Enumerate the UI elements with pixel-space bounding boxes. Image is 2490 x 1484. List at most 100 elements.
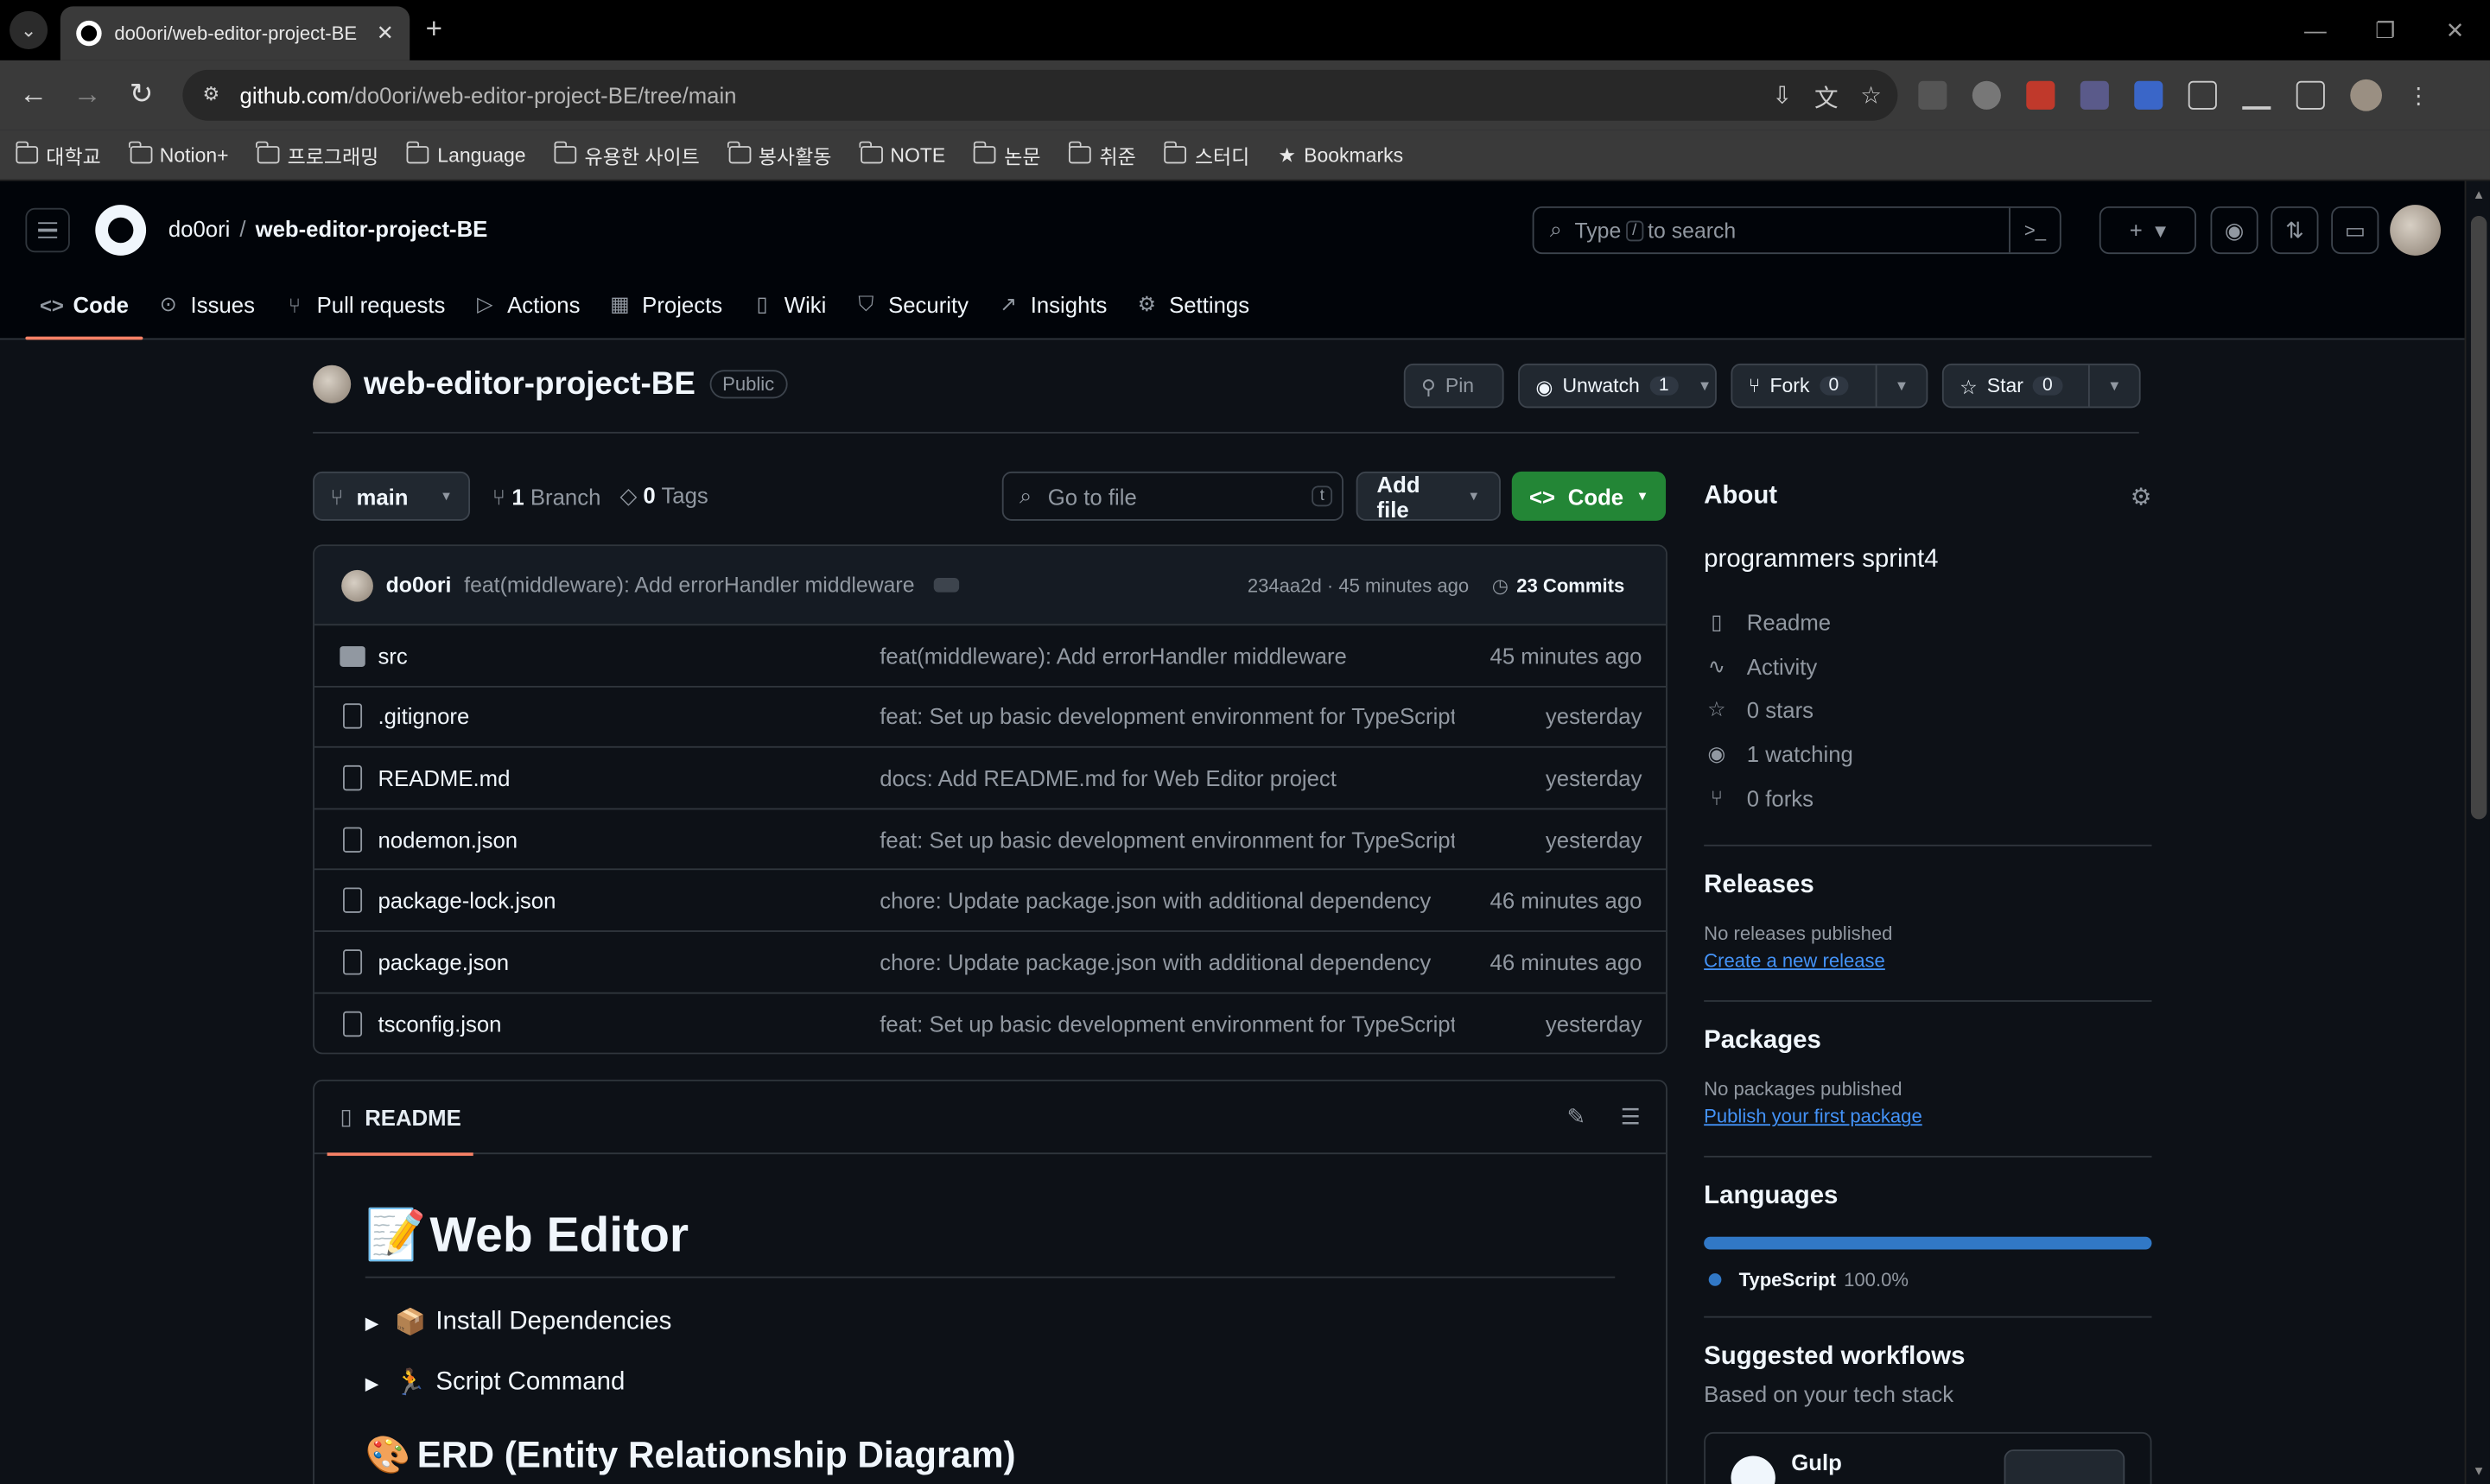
file-commit-message[interactable]: feat: Set up basic development environme… [880, 1012, 1454, 1037]
tab-issues[interactable]: ⊙ Issues [143, 279, 269, 330]
configure-workflow-button[interactable] [2004, 1449, 2125, 1484]
commit-sha-time[interactable]: 234aa2d · 45 minutes ago [1248, 574, 1469, 596]
file-name[interactable]: tsconfig.json [378, 1012, 501, 1037]
commits-link[interactable]: ◷ 23 Commits [1492, 574, 1625, 596]
details-script[interactable]: ▶ 🏃 Script Command [365, 1367, 1616, 1399]
reload-icon[interactable]: ↻ [114, 78, 168, 111]
browser-tab[interactable]: do0ori/web-editor-project-BE ✕ [60, 6, 410, 60]
pull-requests-icon[interactable]: ⇅ [2271, 206, 2319, 255]
puzzle-icon[interactable] [2188, 80, 2217, 110]
table-row[interactable]: tsconfig.json feat: Set up basic developm… [314, 993, 1666, 1053]
tab-pull-requests[interactable]: ⑂ Pull requests [269, 279, 459, 330]
hamburger-menu-icon[interactable] [25, 207, 70, 253]
file-commit-message[interactable]: feat: Set up basic development environme… [880, 704, 1454, 729]
tab-actions[interactable]: ▷ Actions [460, 279, 594, 330]
bookmark-star-icon[interactable]: ☆ [1860, 81, 1882, 115]
install-app-icon[interactable]: ⇩ [1772, 81, 1792, 115]
bookmark-folder[interactable]: NOTE [859, 141, 945, 166]
scroll-down-icon[interactable]: ▼ [2473, 1464, 2486, 1479]
sidebar-item-activity[interactable]: ∿ Activity [1704, 644, 2151, 688]
bookmark-folder[interactable]: 유용한 사이트 [553, 140, 700, 170]
details-install[interactable]: ▶ 📦 Install Dependencies [365, 1307, 1616, 1339]
minimize-icon[interactable]: — [2280, 0, 2350, 60]
commit-message[interactable]: feat(middleware): Add errorHandler middl… [464, 574, 914, 598]
sidebar-item-watching[interactable]: ◉ 1 watching [1704, 732, 2151, 776]
file-commit-message[interactable]: chore: Update package.json with addition… [880, 888, 1454, 913]
chevron-down-icon[interactable]: ▼ [1694, 365, 1715, 407]
inbox-icon[interactable]: ▭ [2331, 206, 2379, 255]
commit-author[interactable]: do0ori [386, 574, 452, 598]
chevron-down-icon[interactable]: ▼ [1875, 365, 1927, 407]
camera-extension-icon[interactable] [1972, 80, 2001, 110]
close-window-icon[interactable]: ✕ [2420, 0, 2490, 60]
tab-wiki[interactable]: ▯ Wiki [737, 279, 841, 330]
publish-package-link[interactable]: Publish your first package [1704, 1106, 1922, 1128]
tab-projects[interactable]: ▦ Projects [594, 279, 737, 330]
file-commit-message[interactable]: chore: Update package.json with addition… [880, 949, 1454, 974]
go-to-file-input[interactable]: ⌕ Go to file t [1001, 471, 1343, 521]
chevron-down-icon[interactable]: ▼ [2087, 365, 2139, 407]
star-button[interactable]: ☆ Star 0 ▼ [1941, 363, 2141, 409]
releases-heading[interactable]: Releases [1704, 872, 2151, 901]
bookmark-folder[interactable]: 프로그래밍 [256, 140, 378, 170]
scroll-up-icon[interactable]: ▲ [2473, 187, 2486, 202]
bookmark-folder[interactable]: 대학교 [15, 140, 101, 170]
translate-icon[interactable]: 文 [1814, 81, 1839, 115]
create-new-button[interactable]: + ▾ [2099, 206, 2196, 255]
tab-settings[interactable]: ⚙ Settings [1121, 279, 1264, 330]
forward-icon[interactable]: → [60, 78, 114, 111]
back-icon[interactable]: ← [6, 78, 60, 111]
new-tab-button[interactable]: + [426, 13, 442, 47]
bookmark-folder[interactable]: 논문 [973, 140, 1041, 170]
bookmark-item[interactable]: ★ Bookmarks [1278, 143, 1403, 167]
file-name[interactable]: package-lock.json [378, 888, 556, 913]
unwatch-button[interactable]: ◉ Unwatch 1 ▼ [1518, 363, 1717, 409]
sidebar-item-stars[interactable]: ☆ 0 stars [1704, 688, 2151, 732]
add-file-button[interactable]: Add file ▼ [1356, 471, 1501, 522]
tab-search-icon[interactable]: ⌄ [10, 10, 48, 49]
tags-link[interactable]: ◇ 0 Tags [619, 483, 708, 510]
bookmark-folder[interactable]: 봉사활동 [727, 140, 831, 170]
file-name[interactable]: README.md [378, 765, 510, 790]
fork-button[interactable]: ⑂ Fork 0 ▼ [1731, 363, 1928, 409]
sidebar-item-readme[interactable]: ▯ Readme [1704, 600, 2151, 644]
avatar[interactable] [2390, 205, 2442, 256]
side-panel-icon[interactable] [2296, 80, 2325, 110]
extension-icon[interactable] [2134, 80, 2163, 110]
search-input[interactable]: ⌕ Type / to search >_ [1532, 206, 2061, 255]
bookmark-folder[interactable]: 취준 [1068, 140, 1136, 170]
packages-heading[interactable]: Packages [1704, 1028, 2151, 1056]
file-name[interactable]: .gitignore [378, 704, 469, 729]
extension-icon[interactable] [2080, 80, 2109, 110]
outline-list-icon[interactable]: ☰ [1621, 1103, 1641, 1130]
profile-avatar[interactable] [2350, 79, 2382, 111]
url-bar[interactable]: ⚙ github.com/do0ori/web-editor-project-B… [182, 69, 1898, 121]
file-commit-message[interactable]: feat(middleware): Add errorHandler middl… [880, 643, 1454, 668]
command-palette-icon[interactable]: >_ [2009, 207, 2060, 253]
menu-icon[interactable]: ⋮ [2407, 81, 2430, 110]
branch-select[interactable]: ⑂ main ▼ [313, 471, 471, 521]
download-icon[interactable] [2242, 81, 2271, 110]
code-button[interactable]: <> Code ▼ [1511, 471, 1667, 521]
table-row[interactable]: .gitignore feat: Set up basic development… [314, 687, 1667, 749]
branches-link[interactable]: ⑂ 1 Branch [492, 484, 601, 509]
tab-code[interactable]: <> Code [25, 279, 143, 340]
tab-close-icon[interactable]: ✕ [377, 21, 394, 46]
language-item[interactable]: TypeScript 100.0% [1704, 1269, 2151, 1291]
extension-icon[interactable] [2026, 80, 2055, 110]
table-row[interactable]: package-lock.json chore: Update package.j… [314, 871, 1667, 932]
table-row[interactable]: package.json chore: Update package.json w… [314, 932, 1667, 993]
sidebar-item-forks[interactable]: ⑂ 0 forks [1704, 776, 2151, 820]
file-commit-message[interactable]: feat: Set up basic development environme… [880, 827, 1454, 852]
scrollbar-thumb[interactable] [2470, 215, 2487, 820]
table-row[interactable]: src feat(middleware): Add errorHandler mi… [314, 625, 1667, 688]
repo-link[interactable]: web-editor-project-BE [256, 216, 488, 241]
page-title[interactable]: web-editor-project-BE [364, 366, 696, 403]
pin-button[interactable]: ⚲ Pin [1403, 363, 1504, 409]
file-commit-message[interactable]: docs: Add README.md for Web Editor proje… [880, 765, 1454, 790]
readme-tab[interactable]: ▯ README [327, 1081, 475, 1156]
file-name[interactable]: nodemon.json [378, 827, 518, 852]
create-release-link[interactable]: Create a new release [1704, 950, 1885, 973]
bookmark-folder[interactable]: Notion+ [128, 141, 229, 166]
table-row[interactable]: README.md docs: Add README.md for Web Edi… [314, 748, 1667, 809]
